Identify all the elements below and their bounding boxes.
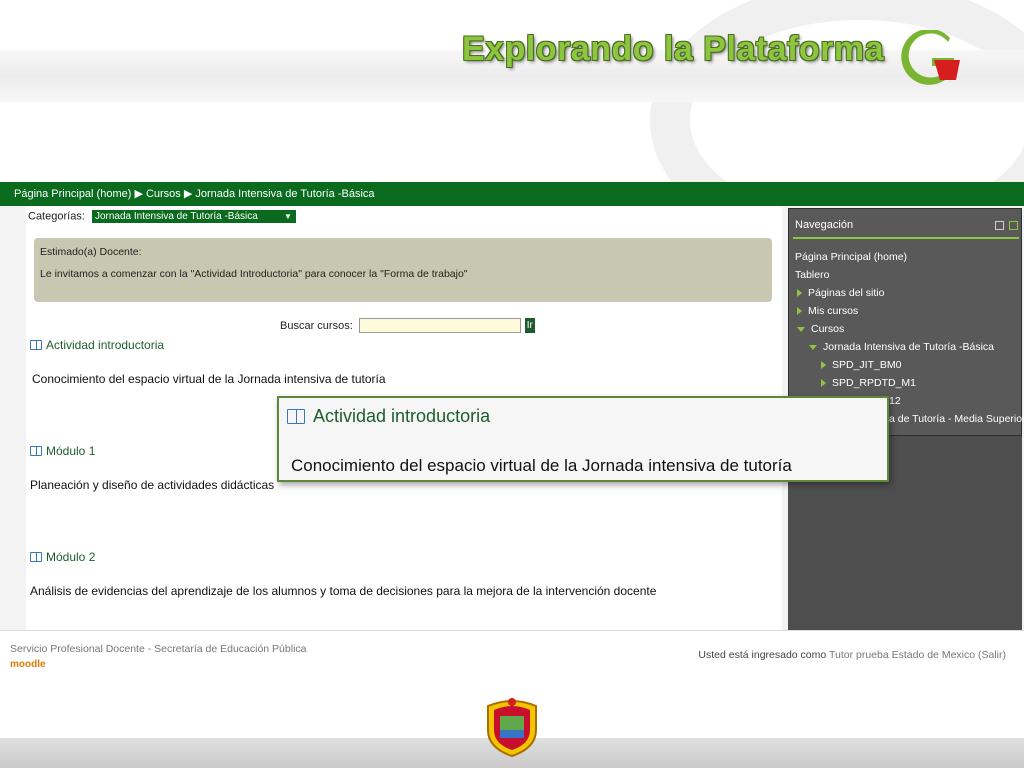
- categories-select[interactable]: Jornada Intensiva de Tutoría -Básica ▼: [91, 210, 296, 223]
- login-prefix: Usted está ingresado como: [698, 649, 827, 661]
- navigation-underline: [793, 237, 1019, 239]
- book-icon: [30, 340, 42, 350]
- nav-item-mis-cursos[interactable]: Mis cursos: [797, 305, 858, 317]
- user-link[interactable]: Tutor prueba Estado de Mexico: [829, 649, 975, 661]
- search-label: Buscar cursos:: [280, 319, 353, 332]
- nav-item-jornada-basica[interactable]: Jornada Intensiva de Tutoría -Básica: [809, 341, 994, 353]
- state-seal-icon: [487, 698, 537, 758]
- notice-heading: Estimado(a) Docente:: [40, 246, 142, 258]
- section-link-actividad[interactable]: Actividad introductoria: [30, 338, 164, 352]
- breadcrumb[interactable]: Página Principal (home) ▶ Cursos ▶ Jorna…: [0, 182, 1024, 206]
- nav-item-partial[interactable]: 12: [889, 395, 901, 407]
- zoom-section-title: Actividad introductoria: [313, 406, 491, 426]
- book-icon: [30, 552, 42, 562]
- section-description: Conocimiento del espacio virtual de la J…: [32, 372, 386, 386]
- nav-item-spd-jit[interactable]: SPD_JIT_BM0: [821, 359, 901, 371]
- section-title: Módulo 1: [46, 444, 96, 458]
- book-icon: [30, 446, 42, 456]
- categories-row: Categorías: Jornada Intensiva de Tutoría…: [28, 210, 296, 223]
- expand-arrow-icon: [821, 361, 826, 370]
- book-icon: [287, 409, 305, 424]
- section-link-modulo-1[interactable]: Módulo 1: [30, 444, 95, 458]
- nav-item-media-superior[interactable]: a de Tutoría - Media Superior: [889, 413, 1024, 425]
- moodle-logo[interactable]: moodle: [10, 659, 46, 670]
- login-info: Usted está ingresado como Tutor prueba E…: [698, 649, 1006, 661]
- navigation-title: Navegación: [795, 219, 854, 231]
- course-search: Buscar cursos: Ir: [280, 318, 535, 333]
- zoom-section-description: Conocimiento del espacio virtual de la J…: [291, 456, 792, 475]
- categories-selected-value: Jornada Intensiva de Tutoría -Básica: [94, 211, 258, 222]
- logout-link[interactable]: (Salir): [978, 649, 1006, 661]
- section-description: Análisis de evidencias del aprendizaje d…: [30, 584, 657, 598]
- page-footer: Servicio Profesional Docente - Secretarí…: [0, 630, 1024, 682]
- section-title: Módulo 2: [46, 550, 96, 564]
- notice-body: Le invitamos a comenzar con la "Activida…: [40, 268, 468, 280]
- brand-logo-icon: [901, 30, 960, 85]
- section-title: Actividad introductoria: [46, 338, 165, 352]
- nav-item-home[interactable]: Página Principal (home): [795, 251, 907, 263]
- search-go-button[interactable]: Ir: [524, 318, 535, 333]
- collapse-arrow-icon: [809, 344, 817, 350]
- categories-label: Categorías:: [28, 210, 85, 223]
- zoom-section-link[interactable]: Actividad introductoria: [287, 406, 490, 427]
- collapse-icon[interactable]: [995, 221, 1004, 230]
- chevron-down-icon: ▼: [284, 212, 292, 221]
- nav-item-spd-rpdtd[interactable]: SPD_RPDTD_M1: [821, 377, 916, 389]
- section-link-modulo-2[interactable]: Módulo 2: [30, 550, 95, 564]
- collapse-arrow-icon: [797, 326, 805, 332]
- zoom-callout: Actividad introductoria Conocimiento del…: [277, 396, 889, 482]
- expand-arrow-icon: [797, 289, 802, 298]
- footer-org: Servicio Profesional Docente - Secretarí…: [10, 643, 307, 655]
- expand-arrow-icon: [797, 307, 802, 316]
- nav-item-paginas[interactable]: Páginas del sitio: [797, 287, 884, 299]
- dock-icon[interactable]: [1009, 221, 1018, 230]
- notice-box: Estimado(a) Docente: Le invitamos a come…: [34, 238, 772, 302]
- nav-item-tablero[interactable]: Tablero: [795, 269, 829, 281]
- slide-title: Explorando la Plataforma: [462, 30, 884, 68]
- expand-arrow-icon: [821, 379, 826, 388]
- nav-item-cursos[interactable]: Cursos: [797, 323, 844, 335]
- section-description: Planeación y diseño de actividades didác…: [30, 478, 275, 492]
- search-input[interactable]: [358, 318, 521, 333]
